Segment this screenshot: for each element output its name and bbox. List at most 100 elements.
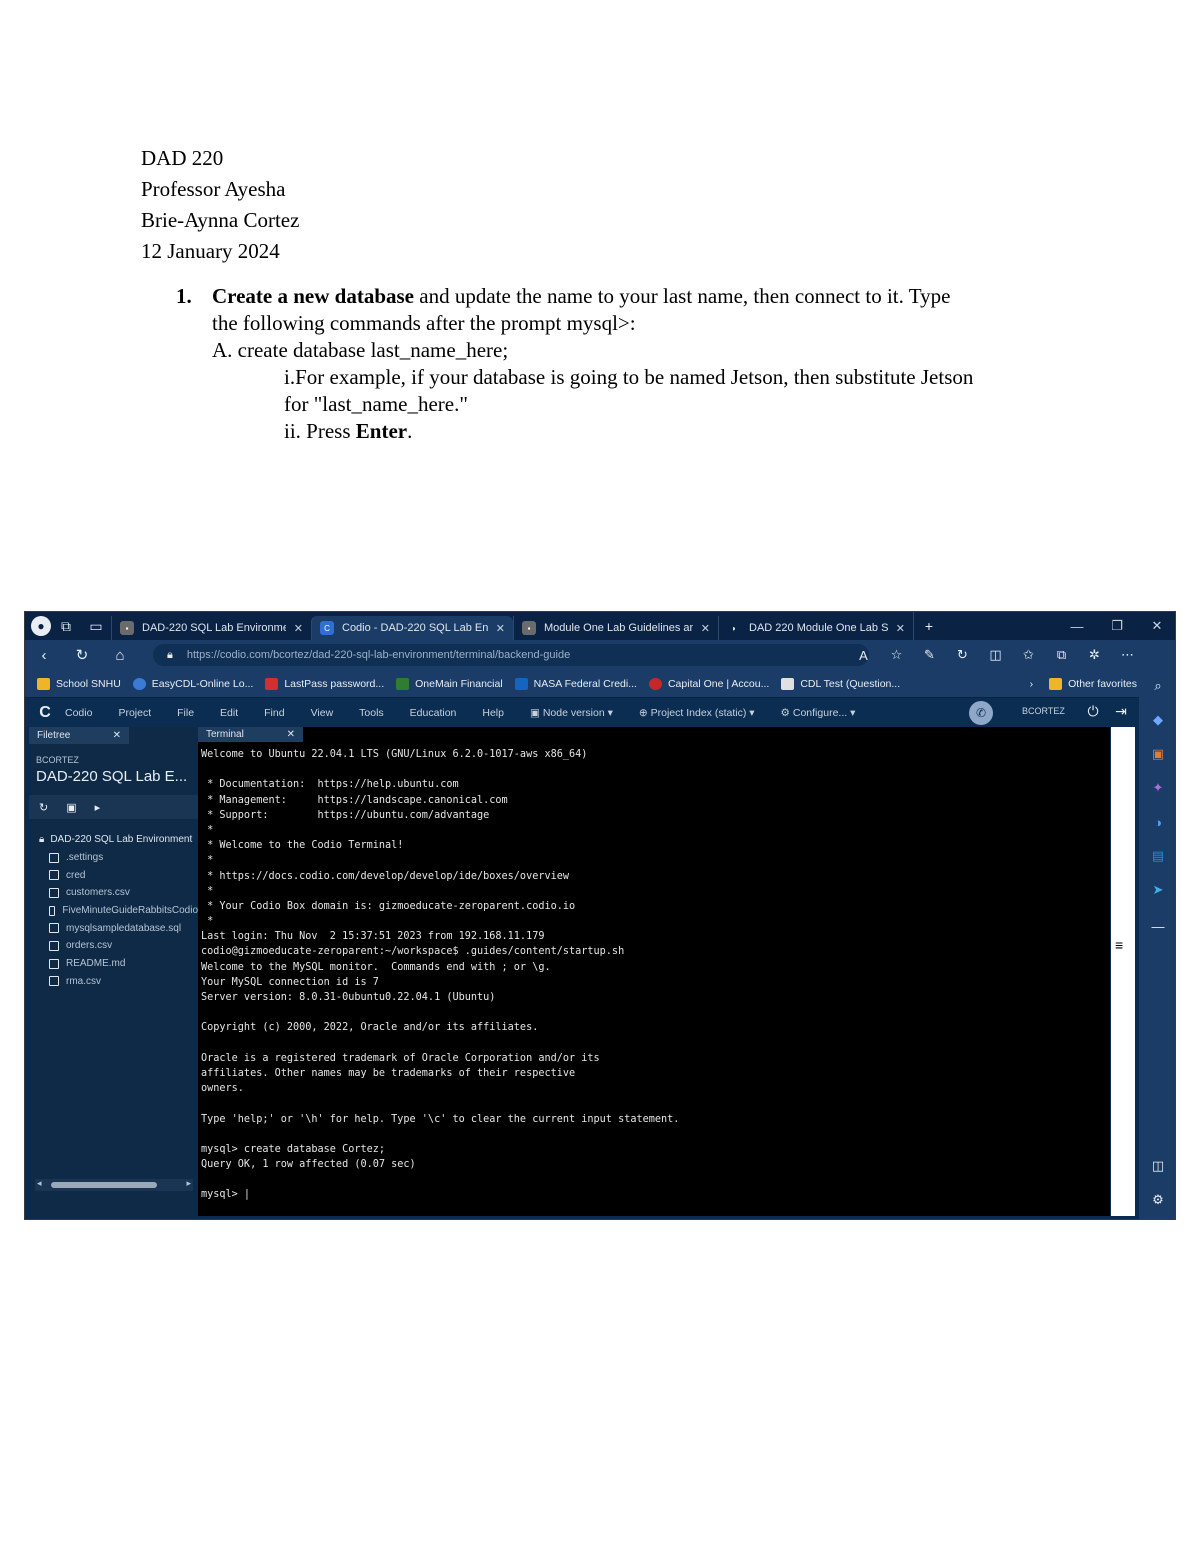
browser-tab-2[interactable]: C Codio - DAD-220 SQL Lab Enviro ✕ bbox=[311, 616, 513, 640]
home-icon[interactable]: ⌂ bbox=[101, 647, 139, 664]
browser-tab-1[interactable]: ▪ DAD-220 SQL Lab Environment - ✕ bbox=[111, 616, 311, 640]
minimize-icon[interactable]: — bbox=[1057, 619, 1097, 634]
globe-icon: ⊕ bbox=[638, 706, 651, 719]
terminal-tab[interactable]: Terminal ✕ bbox=[198, 727, 303, 742]
tree-file[interactable]: cred bbox=[29, 866, 198, 884]
terminal-line: * Support: https://ubuntu.com/advantage bbox=[201, 809, 490, 821]
menu-file[interactable]: File bbox=[177, 707, 194, 719]
power-icon[interactable]: ⏻ bbox=[1079, 703, 1107, 720]
scroll-right-icon[interactable]: ▸ bbox=[186, 1178, 191, 1189]
split-screen-icon[interactable]: ◫ bbox=[979, 647, 1012, 663]
favorite-nasa[interactable]: NASA Federal Credi... bbox=[514, 677, 637, 690]
phone-icon[interactable]: ✆ bbox=[969, 701, 993, 725]
menu-education[interactable]: Education bbox=[410, 707, 457, 719]
terminal-panel[interactable]: Terminal ✕ Welcome to Ubuntu 22.04.1 LTS … bbox=[198, 727, 1110, 1216]
project-index-dropdown[interactable]: ⊕ Project Index (static) ▾ bbox=[639, 707, 755, 719]
tree-file[interactable]: mysqlsampledatabase.sql bbox=[29, 919, 198, 937]
filetree-tab[interactable]: Filetree ✕ bbox=[29, 727, 129, 744]
file-icon bbox=[49, 958, 59, 969]
close-icon[interactable]: ✕ bbox=[701, 622, 710, 635]
favorite-label: NASA Federal Credi... bbox=[533, 677, 637, 690]
favorite-easycdl[interactable]: EasyCDL-Online Lo... bbox=[132, 677, 253, 690]
outlook-icon[interactable]: ▤ bbox=[1148, 846, 1168, 866]
close-icon[interactable]: ✕ bbox=[287, 729, 295, 740]
favorite-onemain[interactable]: OneMain Financial bbox=[396, 677, 503, 690]
menu-view[interactable]: View bbox=[311, 707, 334, 719]
play-icon[interactable]: ▸ bbox=[95, 801, 101, 814]
favorite-lastpass[interactable]: LastPass password... bbox=[265, 677, 384, 690]
add-icon[interactable]: — bbox=[1148, 916, 1168, 936]
maximize-icon[interactable]: ❐ bbox=[1097, 618, 1137, 634]
sync-icon[interactable]: ↻ bbox=[946, 647, 979, 663]
favorite-star-icon[interactable]: ☆ bbox=[880, 647, 913, 663]
menu-tools[interactable]: Tools bbox=[359, 707, 384, 719]
tab-title: Module One Lab Guidelines and bbox=[544, 622, 693, 634]
close-icon[interactable]: ✕ bbox=[496, 622, 505, 635]
favorite-school-snhu[interactable]: School SNHU bbox=[37, 677, 121, 690]
terminal-box-icon: ▣ bbox=[529, 706, 543, 719]
terminal-line: mysql> | bbox=[201, 1189, 251, 1201]
favorite-label: School SNHU bbox=[56, 677, 121, 690]
codio-menubar: C Codio Project File Edit Find View Tool… bbox=[25, 698, 1139, 727]
other-favorites[interactable]: › Other favorites bbox=[1030, 670, 1137, 698]
browser-tabbar: ● ⧉ ▭ ▪ DAD-220 SQL Lab Environment - ✕ … bbox=[25, 612, 1175, 640]
read-aloud-icon[interactable]: A bbox=[847, 648, 880, 663]
search-icon[interactable]: ⌕ bbox=[1148, 676, 1168, 696]
configure-dropdown[interactable]: ⚙ Configure... ▾ bbox=[781, 707, 856, 719]
refresh-icon[interactable]: ↻ bbox=[39, 801, 48, 814]
close-icon[interactable]: ✕ bbox=[896, 622, 905, 635]
split-icon[interactable]: ◫ bbox=[1148, 1156, 1168, 1176]
new-tab-icon[interactable]: + bbox=[913, 612, 944, 640]
menu-project[interactable]: Project bbox=[118, 707, 151, 719]
terminal-line: * Your Codio Box domain is: gizmoeducate… bbox=[201, 900, 576, 912]
vertical-scrollbar[interactable]: ≡ bbox=[1111, 727, 1135, 1216]
tab-actions-icon[interactable]: ▭ bbox=[81, 612, 111, 640]
tree-file[interactable]: FiveMinuteGuideRabbitsCodio bbox=[29, 902, 198, 920]
file-label: mysqlsampledatabase.sql bbox=[66, 922, 182, 934]
menu-codio[interactable]: Codio bbox=[65, 707, 92, 719]
menu-help[interactable]: Help bbox=[482, 707, 504, 719]
close-icon[interactable]: ✕ bbox=[294, 622, 303, 635]
games-icon[interactable]: ✦ bbox=[1148, 778, 1168, 798]
codio-logo-icon[interactable]: C bbox=[25, 704, 65, 722]
favorite-capital-one[interactable]: Capital One | Accou... bbox=[648, 677, 769, 690]
tree-file[interactable]: orders.csv bbox=[29, 937, 198, 955]
menu-find[interactable]: Find bbox=[264, 707, 284, 719]
scroll-left-icon[interactable]: ◂ bbox=[37, 1178, 42, 1189]
close-icon[interactable]: ✕ bbox=[113, 730, 121, 741]
terminal-line: Type 'help;' or '\h' for help. Type '\c'… bbox=[201, 1113, 680, 1125]
extensions-icon[interactable]: ✲ bbox=[1078, 647, 1111, 663]
refresh-icon[interactable]: ↻ bbox=[63, 646, 101, 664]
copilot-icon[interactable]: ◑ bbox=[1148, 812, 1168, 832]
browser-tab-4[interactable]: ◗ DAD 220 Module One Lab Scree ✕ bbox=[718, 616, 913, 640]
discover-icon[interactable]: ◆ bbox=[1148, 710, 1168, 730]
tree-file[interactable]: .settings bbox=[29, 849, 198, 867]
logout-icon[interactable]: ⇥ bbox=[1107, 703, 1135, 720]
menu-edit[interactable]: Edit bbox=[220, 707, 238, 719]
pen-icon[interactable]: ✎ bbox=[913, 647, 946, 663]
preview-icon[interactable]: ▣ bbox=[66, 801, 76, 814]
tools-icon[interactable]: ▣ bbox=[1148, 744, 1168, 764]
back-icon[interactable]: ‹ bbox=[25, 647, 63, 664]
drop-icon[interactable]: ➤ bbox=[1148, 880, 1168, 900]
document-header: DAD 220 Professor Ayesha Brie-Aynna Cort… bbox=[141, 143, 299, 267]
scrollbar-thumb[interactable] bbox=[51, 1182, 157, 1188]
favorite-cdl-test[interactable]: CDL Test (Question... bbox=[781, 677, 900, 690]
horizontal-scrollbar[interactable]: ◂ ▸ bbox=[35, 1178, 193, 1191]
tree-file[interactable]: README.md bbox=[29, 955, 198, 973]
window-close-icon[interactable]: ✕ bbox=[1137, 618, 1175, 634]
tree-file[interactable]: rma.csv bbox=[29, 973, 198, 991]
profile-avatar-icon[interactable]: ● bbox=[31, 616, 51, 636]
node-version-dropdown[interactable]: ▣ Node version ▾ bbox=[530, 707, 613, 719]
chevron-right-icon[interactable]: › bbox=[1030, 678, 1034, 690]
panel-grip-icon[interactable]: ≡ bbox=[1115, 937, 1123, 953]
settings-icon[interactable]: ⚙ bbox=[1148, 1190, 1168, 1210]
collections-icon[interactable]: ⧉ bbox=[1045, 647, 1078, 663]
tree-file[interactable]: customers.csv bbox=[29, 884, 198, 902]
workspaces-icon[interactable]: ⧉ bbox=[51, 612, 81, 640]
tree-root[interactable]: 🔒︎ DAD-220 SQL Lab Environment bbox=[29, 831, 198, 849]
url-field[interactable]: 🔒︎ https://codio.com/bcortez/dad-220-sql… bbox=[153, 644, 869, 666]
favorites-icon[interactable]: ✩ bbox=[1012, 647, 1045, 663]
browser-tab-3[interactable]: ▪ Module One Lab Guidelines and ✕ bbox=[513, 616, 718, 640]
